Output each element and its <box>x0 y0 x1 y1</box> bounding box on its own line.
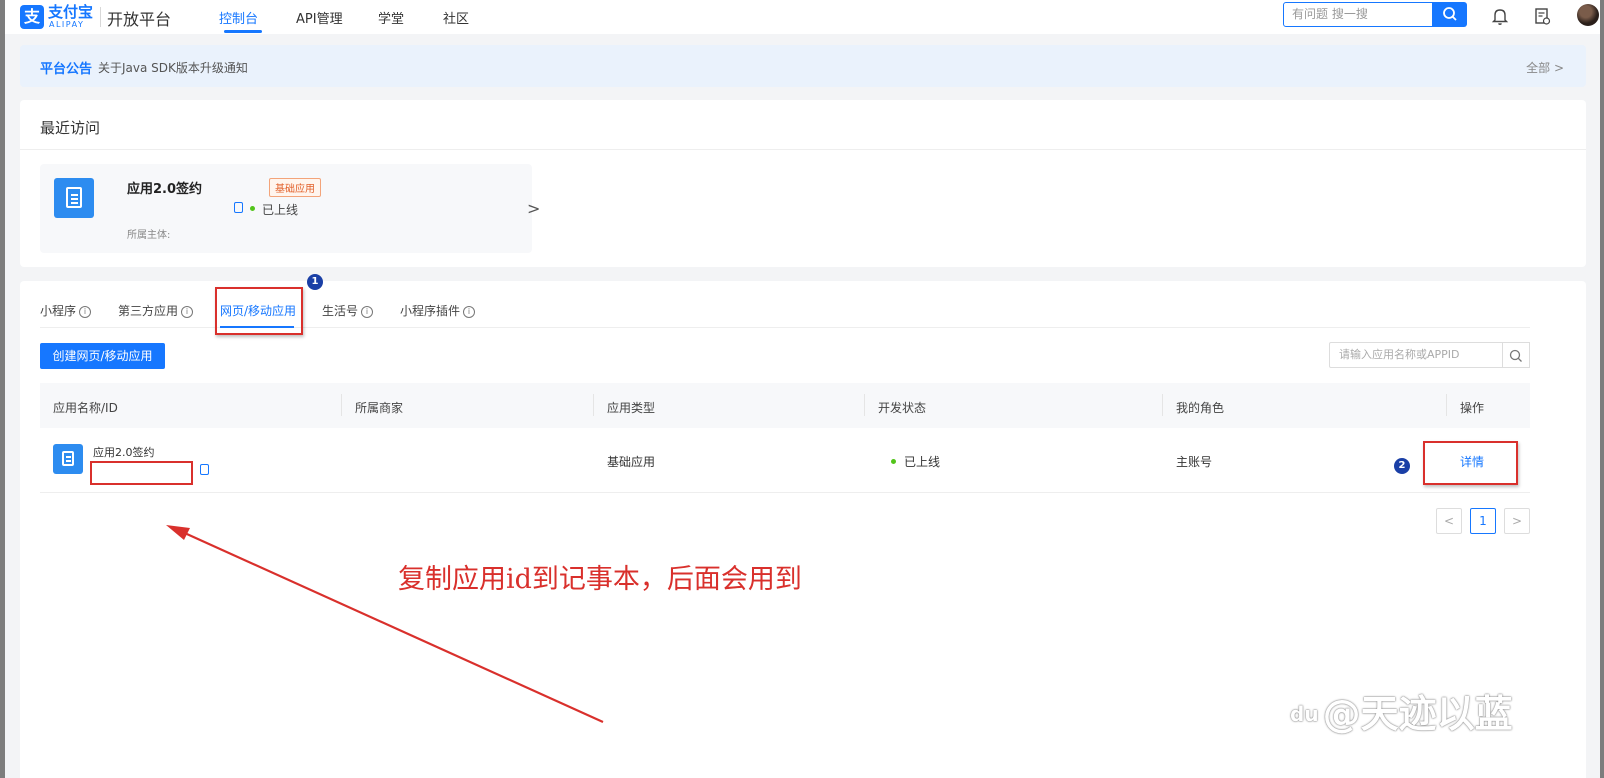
watermark-text: @天迹以蓝 <box>1322 692 1513 736</box>
annotation-text: 复制应用id到记事本，后面会用到 <box>398 564 802 595</box>
annotation-arrow <box>166 525 604 724</box>
watermark-logo: du <box>1290 702 1319 726</box>
watermark: du @天迹以蓝 <box>1290 683 1513 738</box>
